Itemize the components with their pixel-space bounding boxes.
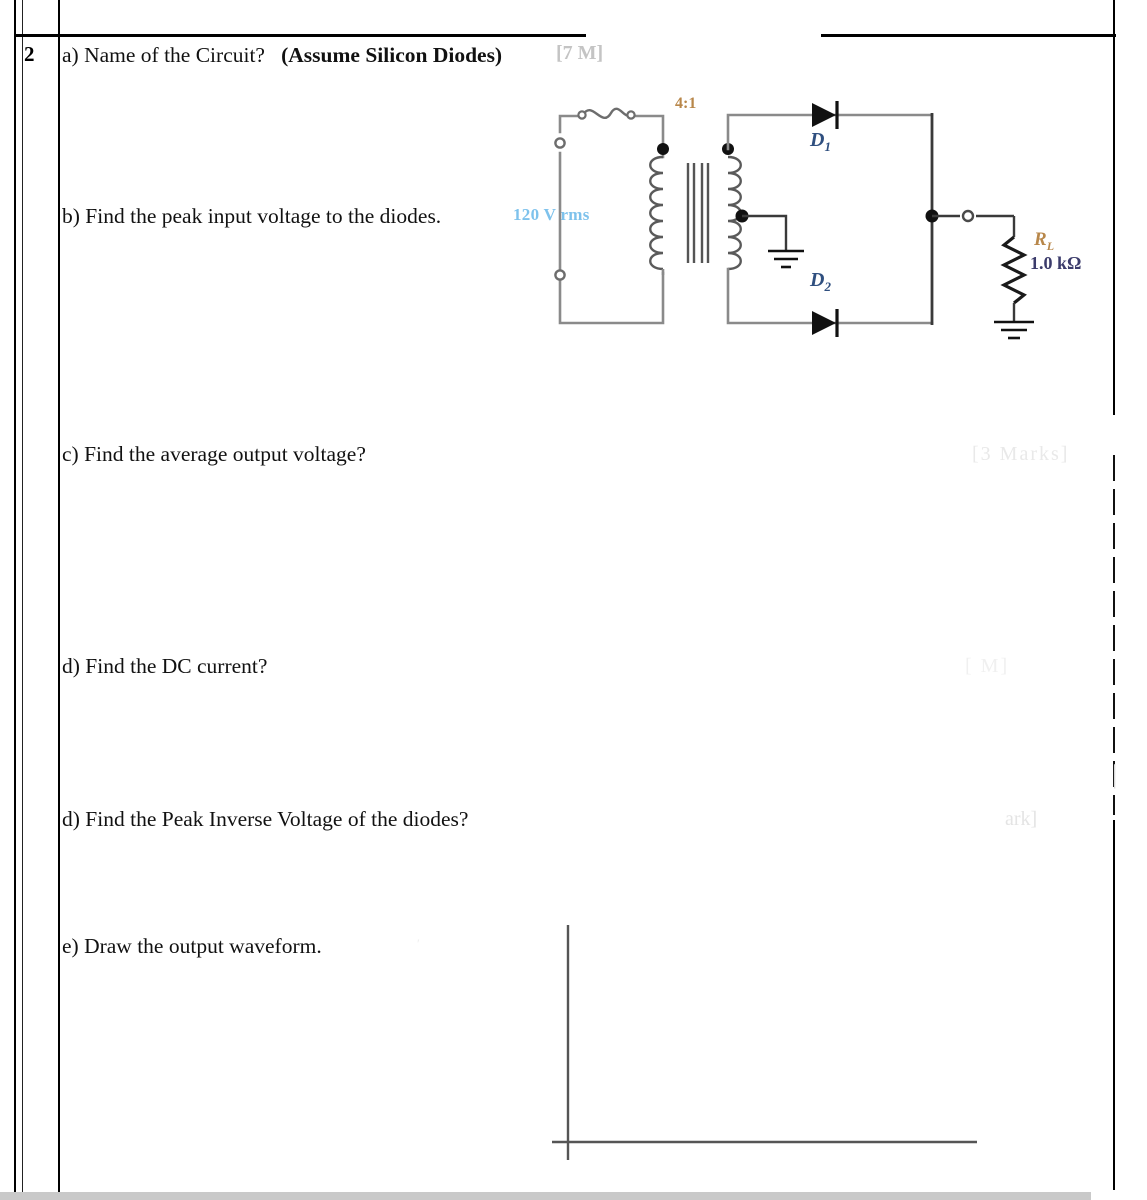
diode1-subscript: 1 <box>824 139 831 154</box>
diode1-letter: D <box>810 129 825 151</box>
question-number: 2 <box>24 42 35 66</box>
load-letter: R <box>1034 229 1047 250</box>
diode2-letter: D <box>810 269 825 291</box>
transformer-primary-winding <box>649 155 664 271</box>
ghost-mark-dc-right: [ M] <box>965 655 1010 677</box>
table-header-rule-right <box>821 34 1116 37</box>
load-resistor-symbol <box>1000 235 1028 305</box>
waveform-drawing-area[interactable] <box>540 915 1000 1185</box>
table-left-border-inner <box>22 0 23 1192</box>
table-header-rule-left <box>14 34 586 37</box>
fuse-terminal-left <box>577 110 587 120</box>
input-terminal-bottom <box>554 269 566 281</box>
scan-bottom-edge-right <box>1091 1190 1147 1200</box>
turns-ratio-label: 4:1 <box>675 95 696 113</box>
question-a: a) Name of the Circuit? (Assume Silicon … <box>62 42 582 70</box>
fuse-terminal-right <box>626 110 636 120</box>
output-terminal <box>961 209 975 223</box>
ghost-mark-waveform-right: | <box>1112 760 1118 789</box>
diode2-label: D2 <box>810 269 831 295</box>
question-d1-prefix: d) <box>62 654 80 678</box>
question-a-prefix: a) <box>62 43 79 67</box>
diode1-label: D1 <box>810 129 831 155</box>
question-c: c) Find the average output voltage? <box>62 441 582 469</box>
question-a-text: Name of the Circuit? <box>84 43 265 67</box>
load-subscript: L <box>1046 238 1055 253</box>
table-right-border-bottom <box>1113 820 1115 1200</box>
scanned-page: 2 a) Name of the Circuit? (Assume Silico… <box>0 0 1147 1200</box>
diode2-subscript: 2 <box>824 279 831 294</box>
ghost-mark-lower-right: ark] <box>1005 808 1038 830</box>
question-e-prefix: e) <box>62 934 79 958</box>
question-d-piv: d) Find the Peak Inverse Voltage of the … <box>62 806 622 834</box>
input-terminal-top <box>554 137 566 149</box>
question-c-text: Find the average output voltage? <box>84 442 366 466</box>
table-outer-left-border <box>14 0 16 1192</box>
question-e-smudge: ′ <box>417 936 420 951</box>
question-d2-prefix: d) <box>62 807 80 831</box>
question-d2-text: Find the Peak Inverse Voltage of the dio… <box>85 807 469 831</box>
ground-symbol-load <box>994 320 1034 340</box>
load-value: 1.0 kΩ <box>1030 253 1082 273</box>
transformer-core <box>686 163 710 263</box>
center-tap-wire <box>742 214 788 250</box>
load-label: RL <box>1034 229 1055 253</box>
scan-bottom-edge <box>0 1192 1147 1200</box>
question-d-dc-current: d) Find the DC current? <box>62 653 582 681</box>
question-d1-text: Find the DC current? <box>85 654 268 678</box>
question-e-text: Draw the output waveform. <box>84 934 322 958</box>
question-e: e) Draw the output waveform. <box>62 933 582 961</box>
question-b-text: Find the peak input voltage to the diode… <box>85 204 442 228</box>
question-b-prefix: b) <box>62 204 80 228</box>
circuit-diagram: 4:1 D1 D2 RL 1.0 kΩ <box>540 85 1120 345</box>
ghost-mark-mid-right: [3 Marks] <box>972 443 1070 465</box>
diode-d1 <box>812 101 839 129</box>
diode-d2 <box>812 309 839 337</box>
question-a-bold-suffix: (Assume Silicon Diodes) <box>281 43 503 67</box>
heading-smudge: [7 M] <box>556 42 604 64</box>
question-b: b) Find the peak input voltage to the di… <box>62 203 511 231</box>
turns-ratio-text: 4:1 <box>675 95 697 112</box>
question-c-prefix: c) <box>62 442 79 466</box>
ground-symbol-center-tap <box>768 249 804 269</box>
polarity-dot-primary <box>657 143 669 155</box>
table-column-divider <box>58 0 60 1192</box>
